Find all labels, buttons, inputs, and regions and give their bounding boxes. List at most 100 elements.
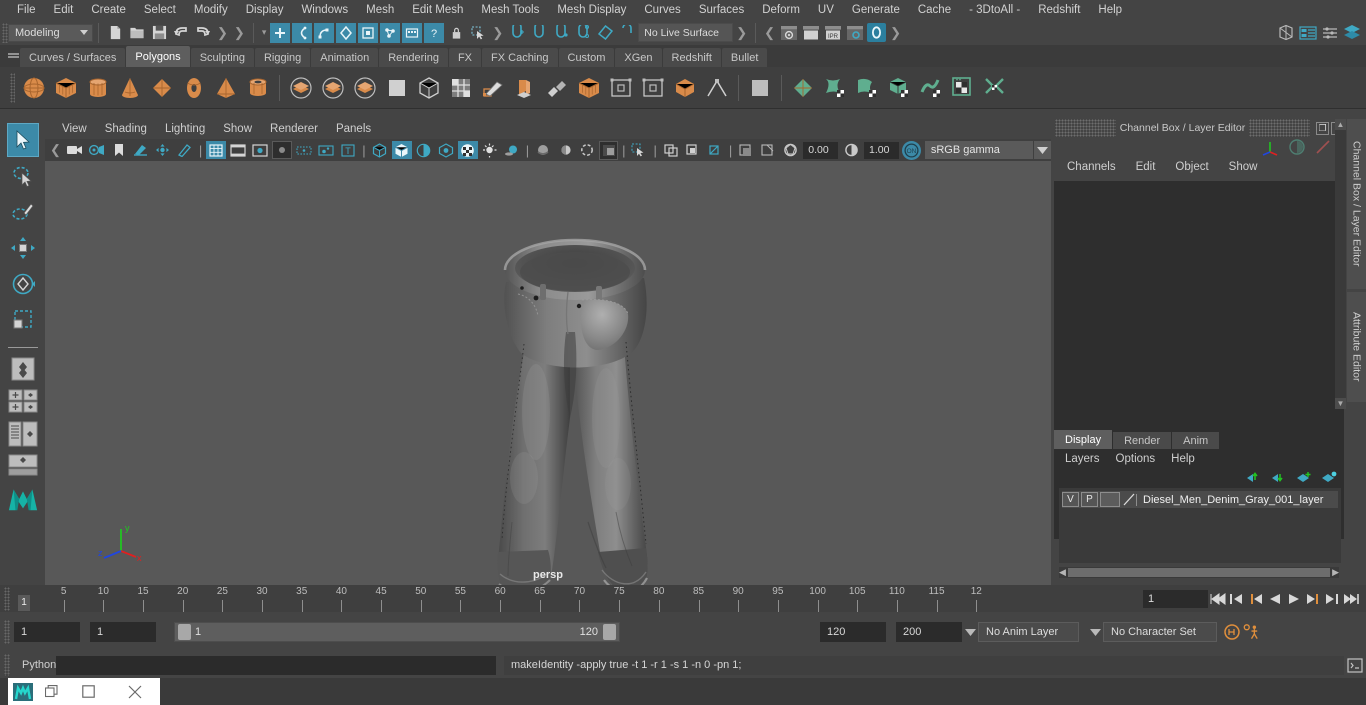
menu-item-edit[interactable]: Edit [45,0,83,20]
channel-box-menu-edit[interactable]: Edit [1126,161,1166,173]
viewport-render-region-icon[interactable] [736,141,756,159]
go-to-end-icon[interactable] [1341,589,1360,609]
multi-cut-icon[interactable] [478,72,508,104]
show-hide-attribute-editor-icon[interactable] [1298,23,1318,43]
use-all-lights-icon[interactable] [480,141,500,159]
resolution-gate-icon[interactable] [250,141,270,159]
select-by-object-type-icon[interactable] [292,22,313,43]
command-language-label[interactable]: Python [10,659,56,671]
ipr-render-icon[interactable]: IPR [823,23,843,43]
open-scene-icon[interactable] [127,23,147,43]
shelf-tab-bullet[interactable]: Bullet [721,48,768,67]
shelf-tab-polygons[interactable]: Polygons [126,46,190,67]
menu-item-edit-mesh[interactable]: Edit Mesh [403,0,472,20]
use-default-material-icon[interactable] [436,141,456,159]
film-gate-icon[interactable] [228,141,248,159]
color-management-dropdown-arrow[interactable] [1034,141,1052,159]
range-end-handle[interactable] [603,624,616,640]
persp-outliner-layout[interactable] [7,418,39,450]
hypershade-icon[interactable] [867,23,887,42]
output-channels-icon[interactable] [1288,138,1306,156]
snap-magnet-projected-icon[interactable] [573,23,593,43]
exposure-icon[interactable] [780,141,800,159]
shadows-icon[interactable] [502,141,522,159]
anim-layer-field[interactable]: No Anim Layer [978,622,1079,642]
step-back-keyframe-icon[interactable] [1227,589,1246,609]
isolate-select-icon[interactable] [629,141,649,159]
shelf-tab-custom[interactable]: Custom [558,48,615,67]
camera-attributes-icon[interactable] [87,141,107,159]
shape-channels-icon[interactable] [1314,138,1332,156]
move-layer-up-icon[interactable] [1246,471,1262,484]
panel-drag-handle[interactable] [1055,119,1116,137]
viewport-snapshot-icon[interactable] [758,141,778,159]
film-origin-icon[interactable] [294,141,314,159]
layer-visibility-toggle[interactable]: V [1062,492,1079,507]
color-management-toggle-icon[interactable]: ON [901,140,921,160]
collapse-arrow-icon[interactable]: ❯ [214,25,231,41]
menu-item-generate[interactable]: Generate [843,0,909,20]
range-start-handle[interactable] [178,624,191,640]
menu-item-windows[interactable]: Windows [292,0,357,20]
collapse-arrow-icon[interactable]: ❯ [733,25,750,41]
jeans-model[interactable] [478,222,688,585]
uv-editor-window-icon[interactable] [948,72,978,104]
scrollbar-thumb[interactable] [1067,568,1331,577]
shelf-tab-redshift[interactable]: Redshift [662,48,721,67]
render-sequence-icon[interactable] [801,23,821,43]
menu-item-modify[interactable]: Modify [185,0,237,20]
gamma-field[interactable]: 1.00 [864,141,899,159]
scroll-left-arrow-icon[interactable]: ◀ [1059,567,1066,578]
snap-to-view-plane-icon[interactable] [402,22,423,43]
shelf-tab-sculpting[interactable]: Sculpting [190,48,254,67]
lock-icon[interactable] [446,23,466,43]
undo-icon[interactable] [171,23,191,43]
show-hide-tool-settings-icon[interactable] [1320,23,1340,43]
gamma-icon[interactable] [841,141,861,159]
character-set-field[interactable]: No Character Set [1103,622,1217,642]
menu-item-help[interactable]: Help [1089,0,1131,20]
snap-magnet-last-icon[interactable] [617,23,637,43]
layer-editor-tab-render[interactable]: Render [1113,432,1172,449]
extrude-icon[interactable] [510,72,540,104]
menu-item-uv[interactable]: UV [809,0,843,20]
commandline-gripper[interactable] [4,654,10,676]
menu-item-3dtoall[interactable]: - 3DtoAll - [960,0,1029,20]
animation-preferences-icon[interactable] [1242,622,1261,642]
viewport-menu-shading[interactable]: Shading [96,123,156,135]
depth-of-field-icon[interactable] [599,140,619,160]
quad-draw-icon[interactable] [542,72,572,104]
xray-active-components-icon[interactable] [683,141,703,159]
poly-sphere-icon[interactable] [19,72,49,104]
offset-edge-loop-icon[interactable] [638,72,668,104]
render-current-frame-icon[interactable] [779,23,799,43]
four-view-layout[interactable] [7,386,39,416]
play-forwards-icon[interactable] [1284,589,1303,609]
menu-set-selector[interactable]: Modeling [8,23,93,42]
play-backwards-icon[interactable] [1265,589,1284,609]
channel-box-vertical-scrollbar[interactable]: ▲ ▼ [1335,119,1346,409]
shelf-tab-rigging[interactable]: Rigging [254,48,311,67]
layer-playback-toggle[interactable]: P [1081,492,1098,507]
shelf-tab-animation[interactable]: Animation [311,48,379,67]
range-start-time-field[interactable]: 1 [90,622,156,642]
scroll-up-arrow-icon[interactable]: ▲ [1335,119,1346,130]
insert-edge-loop-icon[interactable] [606,72,636,104]
menu-item-deform[interactable]: Deform [753,0,809,20]
show-hide-channel-box-icon[interactable] [1342,23,1362,43]
bevel-icon[interactable] [414,72,444,104]
menu-item-cache[interactable]: Cache [909,0,960,20]
snap-to-grid-icon[interactable] [336,22,357,43]
sidetab-attribute-editor[interactable]: Attribute Editor [1347,292,1366,402]
character-set-dropdown-arrow[interactable] [1087,622,1103,642]
viewport-menu-panels[interactable]: Panels [327,123,380,135]
image-plane-icon[interactable] [131,141,151,159]
smooth-icon[interactable] [382,72,412,104]
uv-contour-stretch-icon[interactable] [916,72,946,104]
poly-booleans-icon[interactable] [286,72,316,104]
command-input[interactable] [56,655,496,675]
motion-blur-icon[interactable] [555,141,575,159]
rotate-tool[interactable] [7,267,39,301]
app-thumbnail[interactable] [8,682,38,701]
sidetab-channel-box-layer-editor[interactable]: Channel Box / Layer Editor [1347,119,1366,289]
